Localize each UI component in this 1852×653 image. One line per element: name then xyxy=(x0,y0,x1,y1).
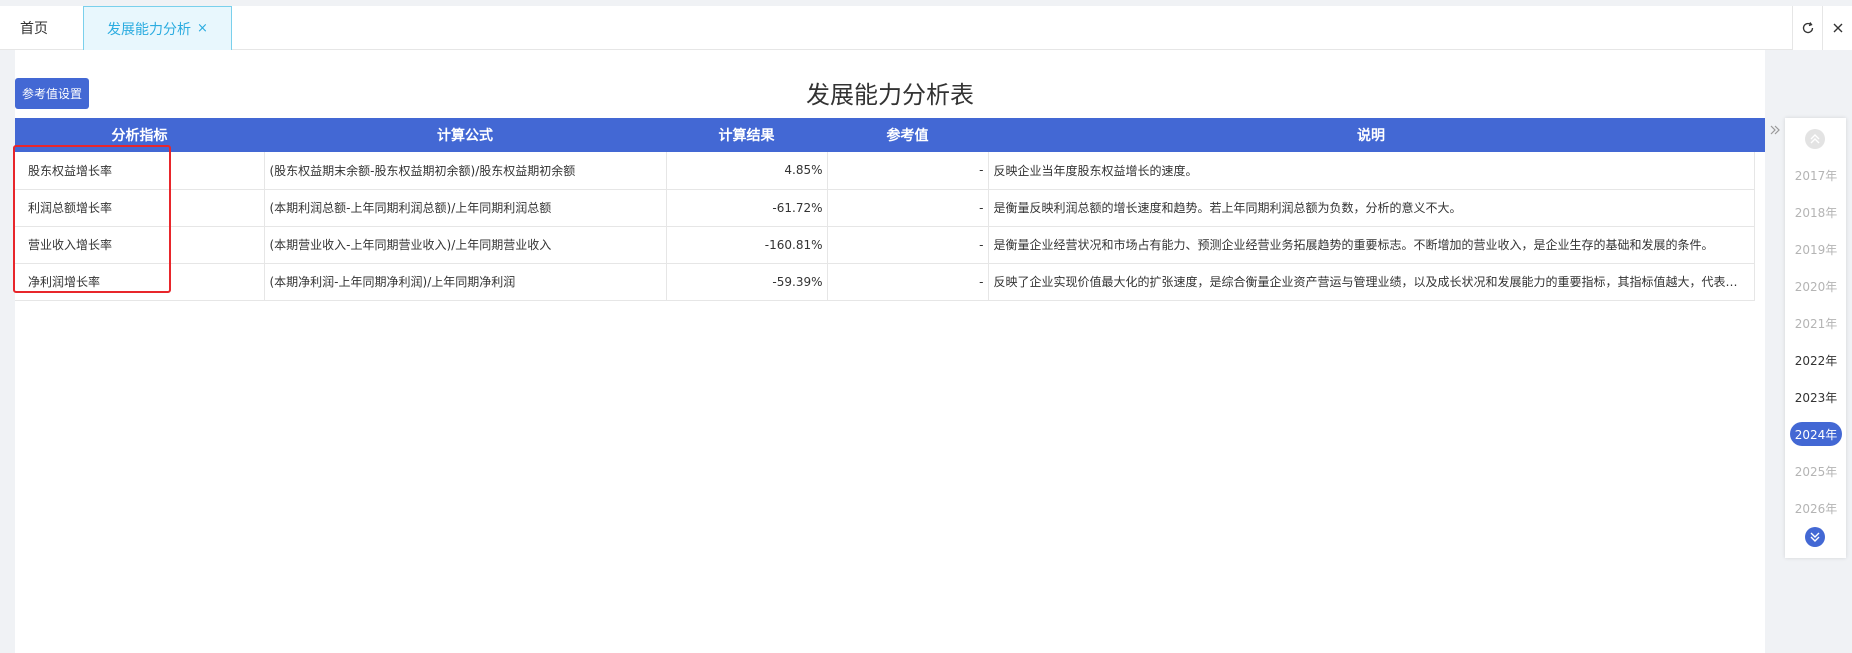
year-item-2023[interactable]: 2023年 xyxy=(1790,385,1842,409)
tab-tools xyxy=(1792,6,1852,50)
cell-spacer xyxy=(1754,152,1765,189)
table-row[interactable]: 利润总额增长率 (本期利润总额-上年同期利润总额)/上年同期利润总额 -61.7… xyxy=(15,189,1765,227)
header-reference: 参考值 xyxy=(827,118,988,152)
cell-result: -59.39% xyxy=(666,263,828,301)
cell-formula: (股东权益期末余额-股东权益期初余额)/股东权益期初余额 xyxy=(264,152,667,190)
tab-home[interactable]: 首页 xyxy=(0,6,68,50)
year-item-2019: 2019年 xyxy=(1794,242,1838,257)
table-row[interactable]: 股东权益增长率 (股东权益期末余额-股东权益期初余额)/股东权益期初余额 4.8… xyxy=(15,152,1765,190)
double-chevron-up-icon xyxy=(1810,134,1820,144)
cell-description: 反映企业当年度股东权益增长的速度。 xyxy=(988,152,1755,190)
year-item-2022[interactable]: 2022年 xyxy=(1790,348,1842,372)
double-chevron-down-icon xyxy=(1810,532,1820,542)
cell-spacer xyxy=(1754,263,1765,300)
cell-indicator: 利润总额增长率 xyxy=(15,189,265,227)
cell-spacer xyxy=(1754,226,1765,263)
double-chevron-right-icon xyxy=(1770,125,1780,135)
cell-formula: (本期净利润-上年同期净利润)/上年同期净利润 xyxy=(264,263,667,301)
tab-home-label: 首页 xyxy=(20,21,48,37)
analysis-table: 分析指标 计算公式 计算结果 参考值 说明 股东权益增长率 (股东权益期末余额-… xyxy=(15,118,1765,301)
header-spacer xyxy=(1754,118,1765,152)
main-content: 发展能力分析表 参考值设置 分析指标 计算公式 计算结果 参考值 说明 股东权益… xyxy=(15,50,1784,653)
year-item-2017: 2017年 xyxy=(1794,168,1838,183)
cell-reference: - xyxy=(827,263,989,301)
refresh-icon xyxy=(1802,22,1813,34)
refresh-button[interactable] xyxy=(1792,6,1822,50)
cell-reference: - xyxy=(827,189,989,227)
year-item-2025: 2025年 xyxy=(1794,464,1838,479)
analysis-table-wrap: 分析指标 计算公式 计算结果 参考值 说明 股东权益增长率 (股东权益期末余额-… xyxy=(15,118,1765,301)
tab-development-analysis[interactable]: 发展能力分析 × xyxy=(83,6,232,50)
year-item-2021: 2021年 xyxy=(1794,316,1838,331)
tab-close-icon[interactable]: × xyxy=(197,21,208,36)
cell-result: -160.81% xyxy=(666,226,828,264)
cell-spacer xyxy=(1754,189,1765,226)
header-formula: 计算公式 xyxy=(264,118,666,152)
reference-value-settings-button[interactable]: 参考值设置 xyxy=(15,78,89,109)
cell-result: 4.85% xyxy=(666,152,828,190)
table-row[interactable]: 营业收入增长率 (本期营业收入-上年同期营业收入)/上年同期营业收入 -160.… xyxy=(15,226,1765,264)
cell-indicator: 营业收入增长率 xyxy=(15,226,265,264)
year-scroll-up-button[interactable] xyxy=(1805,129,1825,149)
year-item-2020: 2020年 xyxy=(1794,279,1838,294)
left-gutter xyxy=(0,50,15,653)
table-row[interactable]: 净利润增长率 (本期净利润-上年同期净利润)/上年同期净利润 -59.39% -… xyxy=(15,263,1765,301)
close-all-button[interactable] xyxy=(1822,6,1852,50)
cell-description: 是衡量企业经营状况和市场占有能力、预测企业经营业务拓展趋势的重要标志。不断增加的… xyxy=(988,226,1755,264)
expand-panel-button[interactable] xyxy=(1765,118,1784,152)
cell-reference: - xyxy=(827,152,989,190)
tab-active-label: 发展能力分析 xyxy=(107,21,192,38)
cell-indicator: 股东权益增长率 xyxy=(15,152,265,190)
header-result: 计算结果 xyxy=(666,118,827,152)
cell-indicator: 净利润增长率 xyxy=(15,263,265,301)
cell-formula: (本期利润总额-上年同期利润总额)/上年同期利润总额 xyxy=(264,189,667,227)
header-indicator: 分析指标 xyxy=(15,118,264,152)
close-icon xyxy=(1833,23,1842,33)
cell-result: -61.72% xyxy=(666,189,828,227)
cell-formula: (本期营业收入-上年同期营业收入)/上年同期营业收入 xyxy=(264,226,667,264)
year-scroll-down-button[interactable] xyxy=(1805,527,1825,547)
table-header-row: 分析指标 计算公式 计算结果 参考值 说明 xyxy=(15,118,1765,152)
page-title: 发展能力分析表 xyxy=(806,81,974,109)
cell-reference: - xyxy=(827,226,989,264)
tab-bar: 首页 发展能力分析 × xyxy=(0,6,1852,50)
year-item-2024[interactable]: 2024年 xyxy=(1790,422,1842,446)
cell-description: 是衡量反映利润总额的增长速度和趋势。若上年同期利润总额为负数，分析的意义不大。 xyxy=(988,189,1755,227)
cell-description: 反映了企业实现价值最大化的扩张速度，是综合衡量企业资产营运与管理业绩，以及成长状… xyxy=(988,263,1755,301)
year-item-2026: 2026年 xyxy=(1794,501,1838,516)
year-item-2018: 2018年 xyxy=(1794,205,1838,220)
header-description: 说明 xyxy=(988,118,1754,152)
year-selector: 2017年 2018年 2019年 2020年 2021年 2022年 2023… xyxy=(1785,118,1846,558)
